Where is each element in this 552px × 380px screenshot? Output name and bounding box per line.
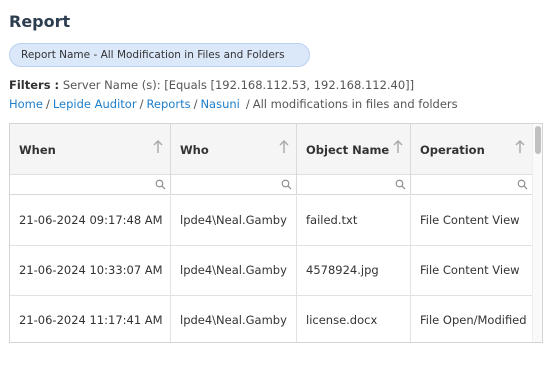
- cell-text: 4578924.jpg: [306, 263, 379, 277]
- column-header-label: Object Name: [306, 143, 390, 157]
- grid-header-row: When Who Object Name Operation: [10, 124, 542, 175]
- breadcrumb-lepide-auditor[interactable]: Lepide Auditor: [53, 97, 137, 111]
- column-header-label: When: [19, 143, 56, 157]
- cell-object-name: license.docx: [297, 296, 411, 342]
- filters-text: Server Name (s): [Equals [192.168.112.53…: [62, 78, 415, 92]
- cell-who: lpde4\Neal.Gamby: [171, 246, 297, 296]
- filter-cell-who: [171, 175, 297, 195]
- table-row[interactable]: 21-06-2024 10:33:07 AM lpde4\Neal.Gamby …: [10, 246, 542, 296]
- cell-who: lpde4\Neal.Gamby: [171, 296, 297, 342]
- cell-text: failed.txt: [306, 213, 358, 227]
- breadcrumb-nasuni[interactable]: Nasuni: [200, 97, 239, 111]
- grid-filter-row: [10, 175, 542, 195]
- breadcrumb-separator: /: [245, 97, 250, 111]
- cell-object-name: 4578924.jpg: [297, 246, 411, 296]
- search-icon[interactable]: [155, 179, 166, 190]
- search-icon[interactable]: [281, 179, 292, 190]
- column-header-label: Who: [180, 143, 209, 157]
- column-header-object-name[interactable]: Object Name: [297, 124, 411, 175]
- sort-arrow-icon[interactable]: [278, 139, 290, 155]
- cell-who: lpde4\Neal.Gamby: [171, 196, 297, 246]
- cell-operation: File Content View: [411, 246, 533, 296]
- column-header-operation[interactable]: Operation: [411, 124, 533, 175]
- breadcrumb: Home / Lepide Auditor / Reports / Nasuni / All m…: [9, 97, 458, 111]
- cell-object-name: failed.txt: [297, 196, 411, 246]
- table-row[interactable]: 21-06-2024 11:17:41 AM lpde4\Neal.Gamby …: [10, 296, 542, 342]
- cell-text: File Open/Modified: [420, 313, 527, 327]
- cell-text: File Content View: [420, 213, 520, 227]
- sort-arrow-icon[interactable]: [514, 139, 526, 155]
- table-row[interactable]: 21-06-2024 09:17:48 AM lpde4\Neal.Gamby …: [10, 196, 542, 246]
- filters-line: Filters : Server Name (s): [Equals [192.…: [9, 78, 414, 92]
- cell-text: license.docx: [306, 313, 378, 327]
- filter-cell-when: [10, 175, 171, 195]
- filter-input-when[interactable]: [10, 175, 170, 194]
- breadcrumb-separator: /: [139, 97, 144, 111]
- filter-input-operation[interactable]: [411, 175, 532, 194]
- filter-cell-object-name: [297, 175, 411, 195]
- breadcrumb-separator: /: [193, 97, 198, 111]
- cell-when: 21-06-2024 10:33:07 AM: [10, 246, 171, 296]
- cell-text: 21-06-2024 11:17:41 AM: [19, 313, 163, 327]
- page-title: Report: [9, 12, 71, 31]
- cell-text: File Content View: [420, 263, 520, 277]
- breadcrumb-home[interactable]: Home: [9, 97, 43, 111]
- filter-input-object-name[interactable]: [297, 175, 410, 194]
- cell-when: 21-06-2024 09:17:48 AM: [10, 196, 171, 246]
- cell-text: lpde4\Neal.Gamby: [180, 263, 287, 277]
- column-header-label: Operation: [420, 143, 485, 157]
- report-name-badge: Report Name - All Modification in Files …: [9, 43, 310, 67]
- cell-text: lpde4\Neal.Gamby: [180, 313, 287, 327]
- breadcrumb-reports[interactable]: Reports: [146, 97, 190, 111]
- search-icon[interactable]: [395, 179, 406, 190]
- report-grid: When Who Object Name Operation 21-06-202…: [9, 123, 543, 343]
- cell-when: 21-06-2024 11:17:41 AM: [10, 296, 171, 342]
- filter-input-who[interactable]: [171, 175, 296, 194]
- cell-text: 21-06-2024 10:33:07 AM: [19, 263, 163, 277]
- cell-text: lpde4\Neal.Gamby: [180, 213, 287, 227]
- breadcrumb-current: All modifications in files and folders: [252, 97, 458, 111]
- cell-operation: File Content View: [411, 196, 533, 246]
- breadcrumb-separator: /: [45, 97, 50, 111]
- filter-cell-operation: [411, 175, 533, 195]
- sort-arrow-icon[interactable]: [392, 139, 404, 155]
- scrollbar-thumb[interactable]: [535, 126, 541, 154]
- cell-operation: File Open/Modified: [411, 296, 533, 342]
- cell-text: 21-06-2024 09:17:48 AM: [19, 213, 163, 227]
- column-header-when[interactable]: When: [10, 124, 171, 175]
- filters-label: Filters :: [9, 78, 60, 92]
- sort-arrow-icon[interactable]: [152, 139, 164, 155]
- search-icon[interactable]: [517, 179, 528, 190]
- vertical-scrollbar[interactable]: [532, 124, 542, 342]
- column-header-who[interactable]: Who: [171, 124, 297, 175]
